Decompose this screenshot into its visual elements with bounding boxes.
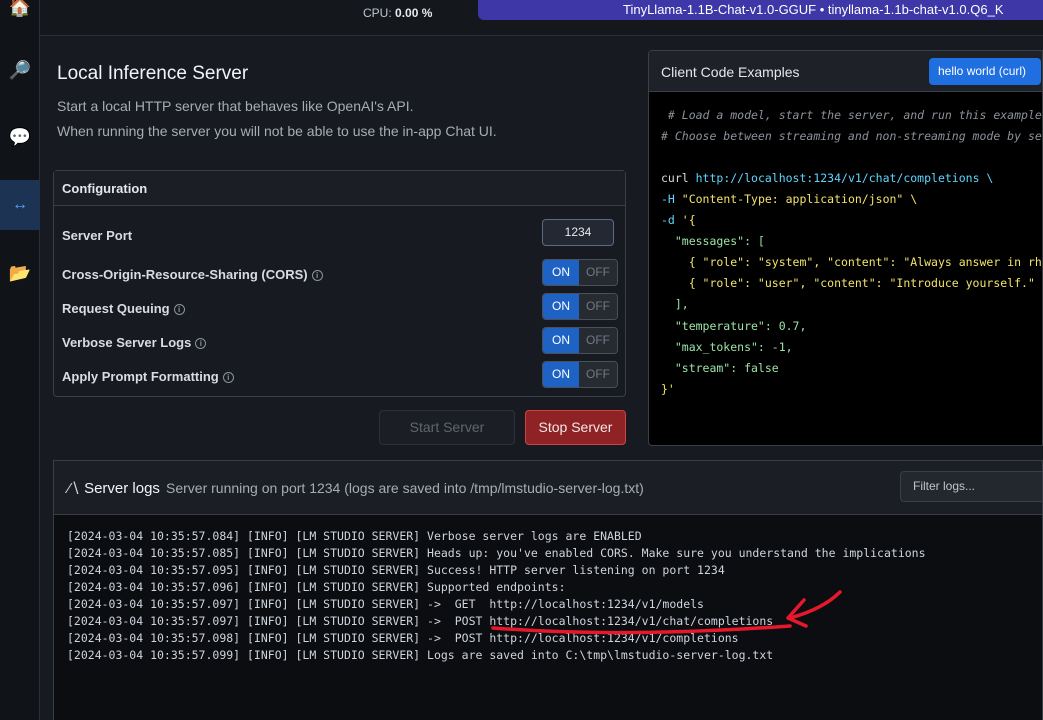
filter-logs-input[interactable]: Filter logs... [900, 471, 1042, 502]
code-line: -d '{ [661, 213, 696, 227]
code-line: { "role": "system", "content": "Always a… [661, 255, 1042, 269]
toggle-on[interactable]: ON [543, 362, 579, 387]
info-icon[interactable]: i [311, 270, 323, 281]
request-queuing-label: Request Queuing i [62, 301, 185, 316]
server-icon[interactable]: ↔ [0, 180, 40, 230]
toggle-off[interactable]: OFF [579, 328, 617, 353]
log-line: [2024-03-04 10:35:57.085] [INFO] [LM STU… [67, 546, 926, 560]
cors-label-text: Cross-Origin-Resource-Sharing (CORS) [62, 267, 308, 282]
cors-toggle[interactable]: ON OFF [542, 259, 618, 286]
client-code-card: Client Code Examples hello world (curl) … [648, 50, 1043, 446]
code-card-header: Client Code Examples hello world (curl) [649, 51, 1042, 92]
request-queuing-label-text: Request Queuing [62, 301, 170, 316]
cpu-usage: CPU: 0.00 % [363, 6, 432, 20]
code-line: "messages": [ [661, 234, 765, 248]
code-token: -d [661, 213, 675, 227]
log-line: [2024-03-04 10:35:57.098] [INFO] [LM STU… [67, 631, 739, 645]
cors-label: Cross-Origin-Resource-Sharing (CORS) i [62, 267, 323, 282]
start-server-button[interactable]: Start Server [379, 410, 515, 445]
server-page: Local Inference Server Start a local HTT… [40, 37, 1043, 720]
chat-icon[interactable]: 💬 [0, 112, 40, 162]
server-port-input[interactable]: 1234 [542, 219, 614, 246]
code-token: '{ [674, 213, 696, 227]
cpu-value: 0.00 % [395, 6, 433, 20]
prompt-formatting-toggle[interactable]: ON OFF [542, 361, 618, 388]
code-line: "max_tokens": -1, [661, 340, 793, 354]
toggle-on[interactable]: ON [543, 260, 579, 285]
server-logs-title-text: Server logs [84, 480, 160, 497]
server-port-label: Server Port [62, 228, 133, 243]
code-card-title: Client Code Examples [661, 64, 800, 80]
toggle-on[interactable]: ON [543, 294, 579, 319]
request-queuing-toggle[interactable]: ON OFF [542, 293, 618, 320]
info-icon[interactable]: i [173, 304, 185, 315]
log-line: [2024-03-04 10:35:57.099] [INFO] [LM STU… [67, 648, 774, 662]
code-line: { "role": "user", "content": "Introduce … [661, 276, 1042, 290]
code-comment: # Load a model, start the server, and ru… [661, 108, 1042, 122]
code-line: -H "Content-Type: application/json" \ [661, 192, 917, 206]
code-line: "temperature": 0.7, [661, 319, 807, 333]
model-selector[interactable]: TinyLlama-1.1B-Chat-v1.0-GGUF • tinyllam… [478, 0, 1043, 20]
server-logs-title: ⁄∖ Server logs [68, 479, 160, 497]
model-name: TinyLlama-1.1B-Chat-v1.0-GGUF • tinyllam… [623, 2, 1004, 17]
verbose-logs-label: Verbose Server Logs i [62, 335, 207, 350]
code-token: "Content-Type: application/json" \ [674, 192, 918, 206]
code-line: }' [661, 382, 675, 396]
code-line: ], [661, 297, 689, 311]
home-icon[interactable]: 🏠 [0, 0, 40, 32]
log-line: [2024-03-04 10:35:57.084] [INFO] [LM STU… [67, 529, 642, 543]
log-line: [2024-03-04 10:35:57.097] [INFO] [LM STU… [67, 597, 704, 611]
code-token: curl [661, 171, 689, 185]
page-note: When running the server you will not be … [57, 123, 497, 139]
verbose-logs-toggle[interactable]: ON OFF [542, 327, 618, 354]
toggle-off[interactable]: OFF [579, 260, 617, 285]
tab-hello-world-curl[interactable]: hello world (curl) [929, 58, 1041, 85]
info-icon[interactable]: i [222, 372, 234, 383]
server-logs-panel: ⁄∖ Server logs Server running on port 123… [53, 460, 1043, 720]
activity-icon: ⁄∖ [68, 480, 81, 497]
code-comment: # Choose between streaming and non-strea… [661, 129, 1042, 143]
code-token: http://localhost:1234/v1/chat/completion… [688, 171, 994, 185]
page-title: Local Inference Server [57, 63, 249, 84]
log-line: [2024-03-04 10:35:57.096] [INFO] [LM STU… [67, 580, 566, 594]
prompt-formatting-label: Apply Prompt Formatting i [62, 369, 234, 384]
stop-server-button[interactable]: Stop Server [525, 410, 626, 445]
toggle-off[interactable]: OFF [579, 362, 617, 387]
code-line: "stream": false [661, 361, 779, 375]
code-token: -H [661, 192, 675, 206]
cpu-label: CPU: [363, 6, 392, 20]
prompt-formatting-label-text: Apply Prompt Formatting [62, 369, 219, 384]
configuration-title: Configuration [54, 171, 625, 206]
server-logs-header: ⁄∖ Server logs Server running on port 123… [54, 461, 1042, 515]
left-rail: 🏠 🔎 💬 ↔ 📂 [0, 0, 40, 720]
log-line: [2024-03-04 10:35:57.095] [INFO] [LM STU… [67, 563, 725, 577]
page-description: Start a local HTTP server that behaves l… [57, 98, 414, 114]
server-status-text: Server running on port 1234 (logs are sa… [166, 480, 644, 496]
toggle-on[interactable]: ON [543, 328, 579, 353]
toggle-off[interactable]: OFF [579, 294, 617, 319]
log-line: [2024-03-04 10:35:57.097] [INFO] [LM STU… [67, 614, 774, 628]
configuration-card: Configuration Server Port 1234 Cross-Ori… [53, 170, 626, 397]
info-icon[interactable]: i [195, 338, 207, 349]
top-bar: CPU: 0.00 % TinyLlama-1.1B-Chat-v1.0-GGU… [40, 0, 1043, 36]
code-line: curl http://localhost:1234/v1/chat/compl… [661, 171, 993, 185]
verbose-logs-label-text: Verbose Server Logs [62, 335, 192, 350]
search-icon[interactable]: 🔎 [0, 45, 40, 95]
folder-icon[interactable]: 📂 [0, 248, 40, 298]
